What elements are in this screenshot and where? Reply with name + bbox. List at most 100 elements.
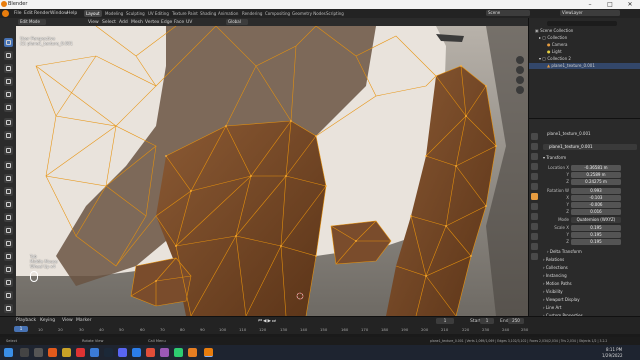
search-icon[interactable] xyxy=(20,348,29,357)
edge-slide-tool-icon[interactable] xyxy=(4,265,13,274)
header-menu-vertex[interactable]: Vertex xyxy=(145,20,159,25)
object-tab-icon[interactable] xyxy=(531,193,538,200)
rotate-tool-icon[interactable] xyxy=(4,77,13,86)
menu-window[interactable]: Window xyxy=(50,11,68,16)
particles-tab-icon[interactable] xyxy=(531,213,538,220)
tool-tab-icon[interactable] xyxy=(531,133,538,140)
select-box-tool-icon[interactable] xyxy=(4,38,13,47)
output-tab-icon[interactable] xyxy=(531,153,538,160)
end-frame-field[interactable]: 250 xyxy=(508,318,524,324)
rotation-w-field[interactable]: 0.993 xyxy=(571,188,621,194)
loop-cut-tool-icon[interactable] xyxy=(4,200,13,209)
tab-uv-editing[interactable]: UV Editing xyxy=(146,10,171,17)
steam-icon[interactable] xyxy=(104,348,113,357)
add-cube-tool-icon[interactable] xyxy=(4,146,13,155)
header-menu-view[interactable]: View xyxy=(88,20,99,25)
outliner-item-scene-collection[interactable]: ▣ Scene Collection xyxy=(535,28,640,34)
motion-paths-section[interactable]: › Motion Paths xyxy=(543,281,572,287)
rotation-x-field[interactable]: -0.103 xyxy=(571,195,621,201)
timeline-menu-marker[interactable]: Marker xyxy=(76,318,92,323)
spin-tool-icon[interactable] xyxy=(4,239,13,248)
delta-transform-section[interactable]: › Delta Transform xyxy=(547,249,582,255)
poly-build-tool-icon[interactable] xyxy=(4,226,13,235)
scene-tab-icon[interactable] xyxy=(531,173,538,180)
scene-selector[interactable]: Scene xyxy=(486,10,530,16)
menu-edit[interactable]: Edit xyxy=(24,11,33,16)
playhead[interactable]: 1 xyxy=(14,326,28,332)
blender-menu-icon[interactable] xyxy=(2,10,9,17)
orientation-dropdown[interactable]: Global xyxy=(226,19,248,25)
scale-tool-icon[interactable] xyxy=(4,90,13,99)
world-tab-icon[interactable] xyxy=(531,183,538,190)
outliner-item-active-object[interactable]: ▲ plane1_texture_0.001 xyxy=(529,63,640,69)
location-y-field[interactable]: 0.2589 m xyxy=(571,172,621,178)
tab-modeling[interactable]: Modeling xyxy=(103,10,125,17)
timeline-menu-playback[interactable]: Playback xyxy=(16,318,36,323)
shrink-tool-icon[interactable] xyxy=(4,278,13,287)
mail-icon[interactable] xyxy=(90,348,99,357)
tab-compositing[interactable]: Compositing xyxy=(263,10,292,17)
modifier-tab-icon[interactable] xyxy=(531,203,538,210)
menu-file[interactable]: File xyxy=(14,11,22,16)
app-icon-2[interactable] xyxy=(160,348,169,357)
tab-layout[interactable]: Layout xyxy=(84,10,102,17)
header-menu-mesh[interactable]: Mesh xyxy=(131,20,143,25)
windows-start-icon[interactable] xyxy=(4,348,13,357)
app-icon-3[interactable] xyxy=(174,348,183,357)
rotation-y-field[interactable]: -0.006 xyxy=(571,202,621,208)
zoom-icon[interactable] xyxy=(516,56,524,64)
app-icon[interactable] xyxy=(76,348,85,357)
header-menu-edge[interactable]: Edge xyxy=(161,20,172,25)
start-frame-field[interactable]: 1 xyxy=(480,318,494,324)
current-frame-field[interactable]: 1 xyxy=(436,318,454,324)
store-icon[interactable] xyxy=(132,348,141,357)
blender-taskbar-icon[interactable] xyxy=(204,348,213,357)
header-menu-uv[interactable]: UV xyxy=(186,20,192,25)
annotate-tool-icon[interactable] xyxy=(4,118,13,127)
outliner-item-camera[interactable]: ● Camera xyxy=(547,42,640,48)
bevel-tool-icon[interactable] xyxy=(4,187,13,196)
maximize-button[interactable]: □ xyxy=(600,0,620,9)
menu-help[interactable]: Help xyxy=(67,11,77,16)
material-tab-icon[interactable] xyxy=(531,253,538,260)
tab-sculpting[interactable]: Sculpting xyxy=(124,10,147,17)
view-layer-tab-icon[interactable] xyxy=(531,163,538,170)
shear-tool-icon[interactable] xyxy=(4,291,13,300)
scale-z-field[interactable]: 0.195 xyxy=(571,239,621,245)
media-icon[interactable] xyxy=(146,348,155,357)
tab-animation[interactable]: Animation xyxy=(216,10,240,17)
transform-tool-icon[interactable] xyxy=(4,103,13,112)
timeline-menu-view[interactable]: View xyxy=(62,318,73,323)
outliner-item-light[interactable]: ● Light xyxy=(547,49,640,55)
location-z-field[interactable]: 0.24275 m xyxy=(571,179,621,185)
view-layer-selector[interactable]: ViewLayer xyxy=(560,10,620,16)
relations-section[interactable]: › Relations xyxy=(543,257,564,263)
move-tool-icon[interactable] xyxy=(4,64,13,73)
rotation-mode-dropdown[interactable]: Quaternion (WXYZ) xyxy=(571,217,621,223)
object-name-field[interactable]: plane1_texture_0.001 xyxy=(543,144,637,150)
scale-x-field[interactable]: 0.195 xyxy=(571,225,621,231)
extrude-tool-icon[interactable] xyxy=(4,161,13,170)
outliner-search-bar[interactable] xyxy=(533,20,640,26)
tab-rendering[interactable]: Rendering xyxy=(240,10,264,17)
measure-tool-icon[interactable] xyxy=(4,131,13,140)
data-tab-icon[interactable] xyxy=(531,243,538,250)
discord-icon[interactable] xyxy=(118,348,127,357)
outliner-item-collection-2[interactable]: ▾ ▢ Collection 2 xyxy=(539,56,640,62)
header-menu-face[interactable]: Face xyxy=(174,20,184,25)
header-menu-select[interactable]: Select xyxy=(102,20,116,25)
rip-tool-icon[interactable] xyxy=(4,304,13,313)
tab-geometry-nodes[interactable]: Geometry Nodes xyxy=(290,10,328,17)
firefox-icon[interactable] xyxy=(48,348,57,357)
cursor-tool-icon[interactable] xyxy=(4,51,13,60)
collections-section[interactable]: › Collections xyxy=(543,265,568,271)
timeline-menu-keying[interactable]: Keying xyxy=(40,318,55,323)
transform-section-header[interactable]: ▾ Transform xyxy=(543,155,566,161)
smooth-tool-icon[interactable] xyxy=(4,252,13,261)
physics-tab-icon[interactable] xyxy=(531,223,538,230)
inset-tool-icon[interactable] xyxy=(4,174,13,183)
3d-viewport[interactable]: User Perspective (1) plane1_texture_0.00… xyxy=(16,26,528,316)
menu-render[interactable]: Render xyxy=(34,11,50,16)
constraints-tab-icon[interactable] xyxy=(531,233,538,240)
scale-y-field[interactable]: 0.195 xyxy=(571,232,621,238)
